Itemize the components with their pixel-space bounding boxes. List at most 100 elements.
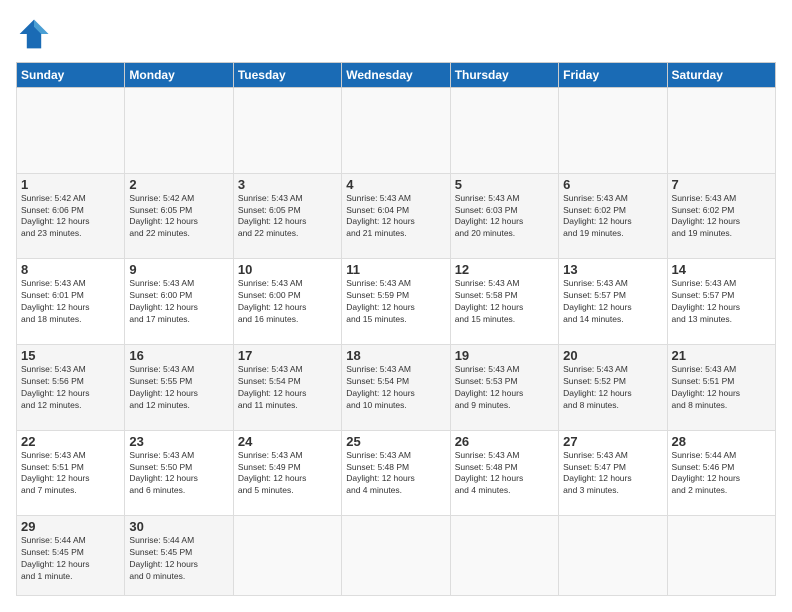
day-number: 24	[238, 434, 337, 449]
calendar-cell: 6Sunrise: 5:43 AM Sunset: 6:02 PM Daylig…	[559, 173, 667, 259]
calendar-cell: 30Sunrise: 5:44 AM Sunset: 5:45 PM Dayli…	[125, 516, 233, 596]
calendar-cell	[342, 88, 450, 174]
day-number: 12	[455, 262, 554, 277]
day-info: Sunrise: 5:43 AM Sunset: 5:57 PM Dayligh…	[563, 278, 662, 326]
calendar-cell	[667, 88, 775, 174]
day-info: Sunrise: 5:43 AM Sunset: 5:54 PM Dayligh…	[238, 364, 337, 412]
calendar-cell	[667, 516, 775, 596]
calendar-cell: 7Sunrise: 5:43 AM Sunset: 6:02 PM Daylig…	[667, 173, 775, 259]
week-row-2: 8Sunrise: 5:43 AM Sunset: 6:01 PM Daylig…	[17, 259, 776, 345]
calendar-cell	[233, 88, 341, 174]
calendar-cell: 22Sunrise: 5:43 AM Sunset: 5:51 PM Dayli…	[17, 430, 125, 516]
day-info: Sunrise: 5:43 AM Sunset: 6:02 PM Dayligh…	[563, 193, 662, 241]
week-row-1: 1Sunrise: 5:42 AM Sunset: 6:06 PM Daylig…	[17, 173, 776, 259]
calendar-cell: 8Sunrise: 5:43 AM Sunset: 6:01 PM Daylig…	[17, 259, 125, 345]
day-number: 22	[21, 434, 120, 449]
day-number: 28	[672, 434, 771, 449]
day-info: Sunrise: 5:43 AM Sunset: 5:50 PM Dayligh…	[129, 450, 228, 498]
day-number: 30	[129, 519, 228, 534]
calendar-cell	[450, 516, 558, 596]
calendar-cell: 4Sunrise: 5:43 AM Sunset: 6:04 PM Daylig…	[342, 173, 450, 259]
day-number: 4	[346, 177, 445, 192]
day-info: Sunrise: 5:43 AM Sunset: 5:48 PM Dayligh…	[346, 450, 445, 498]
weekday-header-row: SundayMondayTuesdayWednesdayThursdayFrid…	[17, 63, 776, 88]
day-number: 18	[346, 348, 445, 363]
calendar-cell	[17, 88, 125, 174]
day-info: Sunrise: 5:43 AM Sunset: 6:05 PM Dayligh…	[238, 193, 337, 241]
calendar-cell: 23Sunrise: 5:43 AM Sunset: 5:50 PM Dayli…	[125, 430, 233, 516]
calendar-cell: 14Sunrise: 5:43 AM Sunset: 5:57 PM Dayli…	[667, 259, 775, 345]
calendar-cell: 17Sunrise: 5:43 AM Sunset: 5:54 PM Dayli…	[233, 345, 341, 431]
day-info: Sunrise: 5:43 AM Sunset: 6:01 PM Dayligh…	[21, 278, 120, 326]
weekday-header-sunday: Sunday	[17, 63, 125, 88]
day-number: 23	[129, 434, 228, 449]
day-info: Sunrise: 5:42 AM Sunset: 6:05 PM Dayligh…	[129, 193, 228, 241]
calendar-cell: 24Sunrise: 5:43 AM Sunset: 5:49 PM Dayli…	[233, 430, 341, 516]
day-number: 11	[346, 262, 445, 277]
day-info: Sunrise: 5:43 AM Sunset: 6:04 PM Dayligh…	[346, 193, 445, 241]
weekday-header-monday: Monday	[125, 63, 233, 88]
calendar-cell: 5Sunrise: 5:43 AM Sunset: 6:03 PM Daylig…	[450, 173, 558, 259]
day-info: Sunrise: 5:43 AM Sunset: 5:51 PM Dayligh…	[21, 450, 120, 498]
calendar-cell: 9Sunrise: 5:43 AM Sunset: 6:00 PM Daylig…	[125, 259, 233, 345]
day-info: Sunrise: 5:44 AM Sunset: 5:45 PM Dayligh…	[21, 535, 120, 583]
day-number: 16	[129, 348, 228, 363]
logo-icon	[16, 16, 52, 52]
day-number: 17	[238, 348, 337, 363]
calendar-cell: 13Sunrise: 5:43 AM Sunset: 5:57 PM Dayli…	[559, 259, 667, 345]
weekday-header-tuesday: Tuesday	[233, 63, 341, 88]
calendar-cell: 21Sunrise: 5:43 AM Sunset: 5:51 PM Dayli…	[667, 345, 775, 431]
calendar-cell: 26Sunrise: 5:43 AM Sunset: 5:48 PM Dayli…	[450, 430, 558, 516]
day-number: 15	[21, 348, 120, 363]
day-number: 21	[672, 348, 771, 363]
week-row-4: 22Sunrise: 5:43 AM Sunset: 5:51 PM Dayli…	[17, 430, 776, 516]
day-number: 19	[455, 348, 554, 363]
day-number: 20	[563, 348, 662, 363]
header	[16, 16, 776, 52]
day-info: Sunrise: 5:43 AM Sunset: 6:00 PM Dayligh…	[238, 278, 337, 326]
day-number: 3	[238, 177, 337, 192]
calendar-cell	[125, 88, 233, 174]
calendar-cell: 10Sunrise: 5:43 AM Sunset: 6:00 PM Dayli…	[233, 259, 341, 345]
day-info: Sunrise: 5:43 AM Sunset: 5:51 PM Dayligh…	[672, 364, 771, 412]
calendar-cell	[450, 88, 558, 174]
weekday-header-saturday: Saturday	[667, 63, 775, 88]
calendar-cell: 25Sunrise: 5:43 AM Sunset: 5:48 PM Dayli…	[342, 430, 450, 516]
page: SundayMondayTuesdayWednesdayThursdayFrid…	[0, 0, 792, 612]
calendar-cell: 15Sunrise: 5:43 AM Sunset: 5:56 PM Dayli…	[17, 345, 125, 431]
day-number: 25	[346, 434, 445, 449]
calendar-cell	[233, 516, 341, 596]
calendar-table: SundayMondayTuesdayWednesdayThursdayFrid…	[16, 62, 776, 596]
day-number: 6	[563, 177, 662, 192]
day-number: 27	[563, 434, 662, 449]
day-number: 14	[672, 262, 771, 277]
day-number: 9	[129, 262, 228, 277]
calendar-cell: 27Sunrise: 5:43 AM Sunset: 5:47 PM Dayli…	[559, 430, 667, 516]
day-info: Sunrise: 5:43 AM Sunset: 5:52 PM Dayligh…	[563, 364, 662, 412]
calendar-cell: 16Sunrise: 5:43 AM Sunset: 5:55 PM Dayli…	[125, 345, 233, 431]
calendar-cell: 2Sunrise: 5:42 AM Sunset: 6:05 PM Daylig…	[125, 173, 233, 259]
day-number: 1	[21, 177, 120, 192]
day-number: 29	[21, 519, 120, 534]
day-number: 8	[21, 262, 120, 277]
day-info: Sunrise: 5:44 AM Sunset: 5:46 PM Dayligh…	[672, 450, 771, 498]
weekday-header-thursday: Thursday	[450, 63, 558, 88]
day-number: 13	[563, 262, 662, 277]
calendar-cell: 19Sunrise: 5:43 AM Sunset: 5:53 PM Dayli…	[450, 345, 558, 431]
calendar-cell: 29Sunrise: 5:44 AM Sunset: 5:45 PM Dayli…	[17, 516, 125, 596]
day-number: 2	[129, 177, 228, 192]
calendar-cell: 18Sunrise: 5:43 AM Sunset: 5:54 PM Dayli…	[342, 345, 450, 431]
day-number: 10	[238, 262, 337, 277]
day-info: Sunrise: 5:43 AM Sunset: 5:53 PM Dayligh…	[455, 364, 554, 412]
day-info: Sunrise: 5:43 AM Sunset: 5:54 PM Dayligh…	[346, 364, 445, 412]
calendar-cell	[559, 516, 667, 596]
day-number: 5	[455, 177, 554, 192]
calendar-cell: 12Sunrise: 5:43 AM Sunset: 5:58 PM Dayli…	[450, 259, 558, 345]
day-info: Sunrise: 5:43 AM Sunset: 6:02 PM Dayligh…	[672, 193, 771, 241]
calendar-cell: 3Sunrise: 5:43 AM Sunset: 6:05 PM Daylig…	[233, 173, 341, 259]
day-info: Sunrise: 5:43 AM Sunset: 5:58 PM Dayligh…	[455, 278, 554, 326]
day-info: Sunrise: 5:44 AM Sunset: 5:45 PM Dayligh…	[129, 535, 228, 583]
week-row-0	[17, 88, 776, 174]
week-row-3: 15Sunrise: 5:43 AM Sunset: 5:56 PM Dayli…	[17, 345, 776, 431]
day-info: Sunrise: 5:43 AM Sunset: 5:57 PM Dayligh…	[672, 278, 771, 326]
